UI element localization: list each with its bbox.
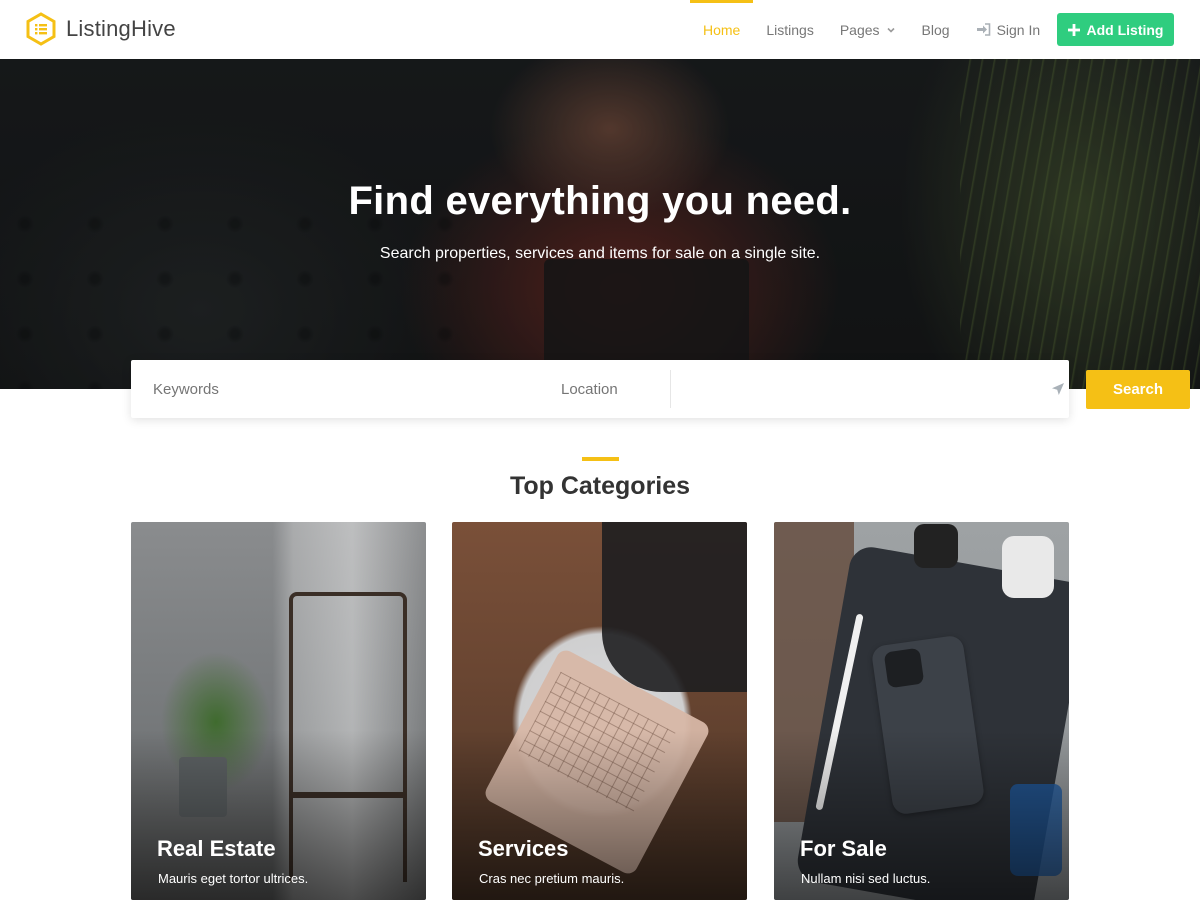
category-title: For Sale [800, 836, 887, 861]
site-name: ListingHive [66, 16, 176, 41]
sign-in-icon [976, 23, 991, 36]
nav-item-home[interactable]: Home [690, 0, 754, 59]
nav-item-label: Listings [766, 21, 814, 38]
nav-item-listings[interactable]: Listings [753, 0, 826, 59]
nav-item-sign-in[interactable]: Sign In [963, 0, 1054, 59]
plus-icon [1067, 23, 1080, 36]
category-card-for-sale[interactable]: For Sale Nullam nisi sed luctus. [774, 522, 1069, 900]
nav-item-label: Sign In [996, 21, 1041, 38]
hero-overlay [0, 59, 1200, 389]
nav-item-label: Pages [839, 21, 880, 38]
hero-banner: Find everything you need. Search propert… [0, 59, 1200, 389]
chevron-down-icon [886, 25, 896, 35]
hexagon-logo-icon [26, 12, 56, 46]
hero-title: Find everything you need. [348, 179, 852, 223]
category-card-real-estate[interactable]: Real Estate Mauris eget tortor ultrices. [131, 522, 426, 900]
location-arrow-icon[interactable] [1050, 381, 1066, 397]
section-accent-line [582, 457, 619, 461]
category-title: Services [478, 836, 569, 861]
nav-item-label: Home [703, 21, 741, 38]
search-button[interactable]: Search [1086, 370, 1190, 409]
add-listing-button[interactable]: Add Listing [1057, 13, 1174, 46]
nav-item-blog[interactable]: Blog [909, 0, 963, 59]
category-description: Cras nec pretium mauris. [479, 871, 625, 886]
site-header: ListingHive Home Listings Pages Blog Sig… [0, 0, 1200, 59]
category-description: Nullam nisi sed luctus. [801, 871, 931, 886]
location-input[interactable] [561, 360, 901, 418]
nav-item-pages[interactable]: Pages [827, 0, 909, 59]
category-description: Mauris eget tortor ultrices. [158, 871, 309, 886]
main-nav: Home Listings Pages Blog Sign In [690, 0, 1053, 59]
search-form: Search [131, 360, 1190, 418]
site-logo[interactable]: ListingHive [26, 12, 176, 46]
add-listing-label: Add Listing [1086, 21, 1164, 38]
category-title: Real Estate [157, 836, 276, 861]
keywords-input[interactable] [153, 360, 533, 418]
category-card-services[interactable]: Services Cras nec pretium mauris. [452, 522, 747, 900]
nav-item-label: Blog [921, 21, 950, 38]
hero-subtitle: Search properties, services and items fo… [379, 245, 821, 262]
section-title: Top Categories [509, 472, 691, 500]
